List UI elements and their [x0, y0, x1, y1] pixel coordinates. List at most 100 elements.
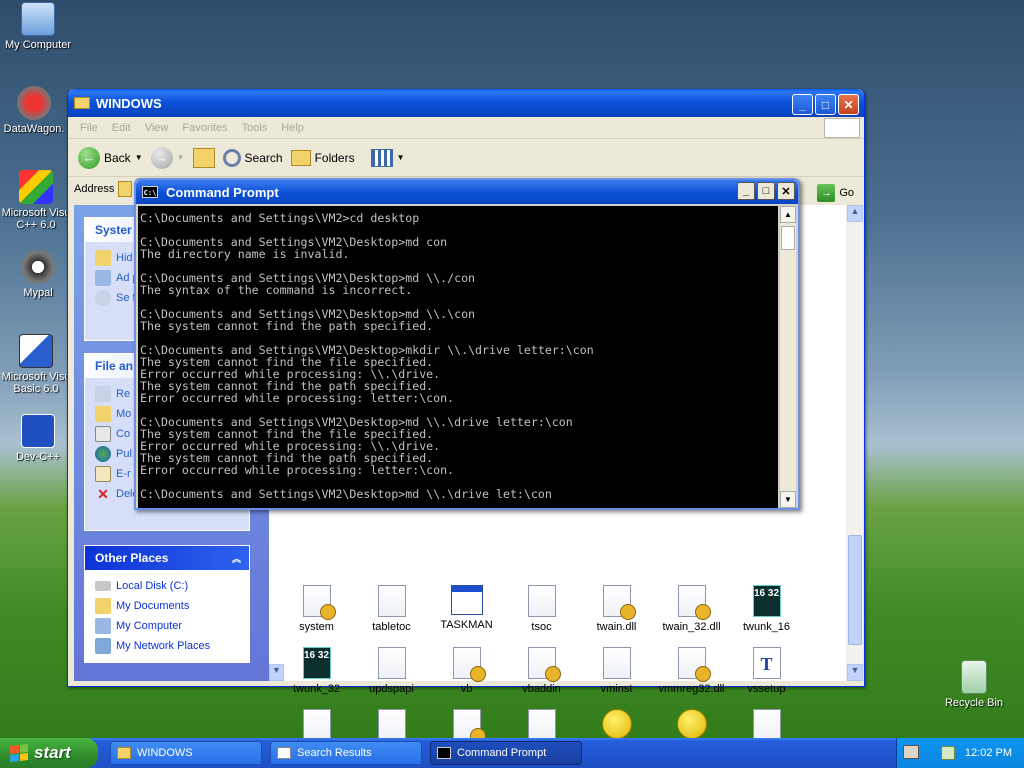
cmd-vertical-scrollbar[interactable]: ▲ ▼: [779, 206, 796, 508]
file-name: twain.dll: [596, 621, 637, 633]
menu-file[interactable]: File: [80, 122, 98, 134]
chevron-down-icon[interactable]: ▼: [135, 153, 143, 162]
visual-cpp-icon: [19, 170, 53, 204]
console-line: The system cannot find the path specifie…: [140, 319, 434, 333]
file-item[interactable]: tsoc: [504, 585, 579, 633]
maximize-button[interactable]: □: [757, 182, 775, 200]
file-name: vssetup: [747, 683, 786, 695]
left-scroll-down-arrow-icon[interactable]: ▼: [269, 664, 284, 681]
folders-button[interactable]: Folders: [290, 149, 355, 166]
safely-remove-hardware-icon[interactable]: [940, 746, 955, 760]
minimize-button[interactable]: _: [737, 182, 755, 200]
address-label: Address: [74, 183, 115, 195]
vertical-scrollbar[interactable]: ▲ ▼: [846, 205, 863, 681]
other-places-box: Other Places ︽ Local Disk (C:) My Docume…: [84, 545, 250, 663]
desktop-icon-datawagon[interactable]: DataWagon.: [0, 86, 72, 135]
file-item[interactable]: vminst: [579, 647, 654, 695]
scroll-up-arrow-icon[interactable]: ▲: [847, 205, 863, 222]
folder-icon: [95, 250, 111, 266]
scroll-up-arrow-icon[interactable]: ▲: [780, 206, 796, 223]
close-button[interactable]: ✕: [838, 94, 859, 115]
up-button[interactable]: [192, 147, 215, 168]
scroll-thumb[interactable]: [781, 226, 795, 250]
file-item[interactable]: 16 32 twunk_16: [729, 585, 804, 633]
file-item[interactable]: TASKMAN: [429, 585, 504, 633]
desktop-icon-recycle-bin[interactable]: Recycle Bin: [936, 660, 1012, 709]
file-item[interactable]: twain.dll: [579, 585, 654, 633]
menu-view[interactable]: View: [145, 122, 169, 134]
desktop-icon-mypal[interactable]: Mypal: [0, 250, 76, 299]
help-file-icon: [601, 709, 632, 739]
desktop-icon-visual-basic[interactable]: Microsoft Visu Basic 6.0: [0, 334, 74, 395]
other-places-header[interactable]: Other Places ︽: [85, 546, 249, 570]
up-folder-icon: [192, 147, 215, 168]
desktop-icon-visual-cpp[interactable]: Microsoft Visu C++ 6.0: [0, 170, 74, 231]
go-button[interactable]: → Go: [817, 184, 854, 202]
network-icon: [95, 638, 111, 654]
explorer-titlebar[interactable]: WINDOWS: [68, 89, 864, 117]
explorer-caption-buttons: _ □ ✕: [792, 94, 859, 115]
system-tasks-title: Syster: [95, 223, 132, 237]
minimize-button[interactable]: _: [792, 94, 813, 115]
file-icon: 16 32: [752, 585, 781, 617]
console-output[interactable]: C:\Documents and Settings\VM2>cd desktop…: [138, 206, 778, 508]
desktop-icon-label: My Computer: [4, 39, 72, 51]
search-button[interactable]: Search: [222, 148, 283, 167]
address-input[interactable]: [118, 181, 133, 197]
views-button[interactable]: ▼: [370, 148, 405, 167]
file-item[interactable]: 16 32 twunk_32: [279, 647, 354, 695]
go-label: Go: [839, 187, 854, 199]
help-file-icon: [676, 709, 707, 739]
chevron-down-icon[interactable]: ▼: [177, 153, 185, 162]
file-item[interactable]: system: [279, 585, 354, 633]
menu-bar: File Edit View Favorites Tools Help: [68, 117, 864, 139]
file-item[interactable]: twain_32.dll: [654, 585, 729, 633]
back-button[interactable]: ← Back ▼: [78, 146, 143, 169]
menu-tools[interactable]: Tools: [242, 122, 268, 134]
close-button[interactable]: ✕: [777, 182, 795, 200]
file-item[interactable]: tabletoc: [354, 585, 429, 633]
file-icon: [302, 585, 336, 620]
collapse-chevron-icon[interactable]: ︽: [232, 552, 241, 565]
file-item[interactable]: updspapi: [354, 647, 429, 695]
file-name: vb: [460, 683, 473, 695]
desktop-icon-my-computer[interactable]: My Computer: [0, 2, 76, 51]
place-my-computer[interactable]: My Computer: [95, 616, 239, 636]
scroll-thumb[interactable]: [848, 535, 862, 645]
menu-edit[interactable]: Edit: [112, 122, 131, 134]
menu-favorites[interactable]: Favorites: [182, 122, 227, 134]
scroll-down-arrow-icon[interactable]: ▼: [780, 491, 796, 508]
command-prompt-window[interactable]: C:\ Command Prompt _ □ ✕ C:\Documents an…: [134, 178, 800, 510]
place-my-documents[interactable]: My Documents: [95, 596, 239, 616]
folders-icon: [290, 149, 311, 166]
menu-help[interactable]: Help: [281, 122, 304, 134]
forward-button[interactable]: → ▼: [150, 146, 185, 169]
file-icon: [677, 585, 711, 620]
file-name: vbaddin: [522, 683, 561, 695]
file-grid: system tabletoc TASKMAN tsoc twain.dll twain_…: [279, 585, 839, 745]
taskbar-button-search-results[interactable]: Search Results: [270, 741, 422, 765]
file-item[interactable]: Tvssetup: [729, 647, 804, 695]
file-icon: [602, 647, 631, 679]
place-my-network-places[interactable]: My Network Places: [95, 636, 239, 656]
maximize-button[interactable]: □: [815, 94, 836, 115]
rename-icon: [95, 386, 111, 402]
file-item[interactable]: vmmreg32.dll: [654, 647, 729, 695]
explorer-title: WINDOWS: [96, 95, 162, 111]
file-item[interactable]: vb: [429, 647, 504, 695]
clock[interactable]: 12:02 PM: [965, 747, 1012, 759]
taskbar-button-command-prompt[interactable]: Command Prompt: [430, 741, 582, 765]
start-button[interactable]: start: [0, 738, 98, 768]
taskbar: start WINDOWS Search Results Command Pro…: [0, 738, 1024, 768]
scroll-down-arrow-icon[interactable]: ▼: [847, 664, 863, 681]
place-local-disk[interactable]: Local Disk (C:): [95, 576, 239, 596]
keyboard-icon[interactable]: [903, 745, 919, 759]
file-item[interactable]: vbaddin: [504, 647, 579, 695]
desktop-icon-dev-cpp[interactable]: Dev-C++: [0, 414, 76, 463]
chevron-down-icon[interactable]: ▼: [397, 153, 405, 162]
taskbar-button-windows[interactable]: WINDOWS: [110, 741, 262, 765]
taskbar-button-label: Command Prompt: [457, 747, 547, 759]
cmd-titlebar[interactable]: C:\ Command Prompt: [136, 180, 798, 204]
datawagon-icon: [17, 86, 51, 120]
task-label: Co: [116, 428, 131, 440]
